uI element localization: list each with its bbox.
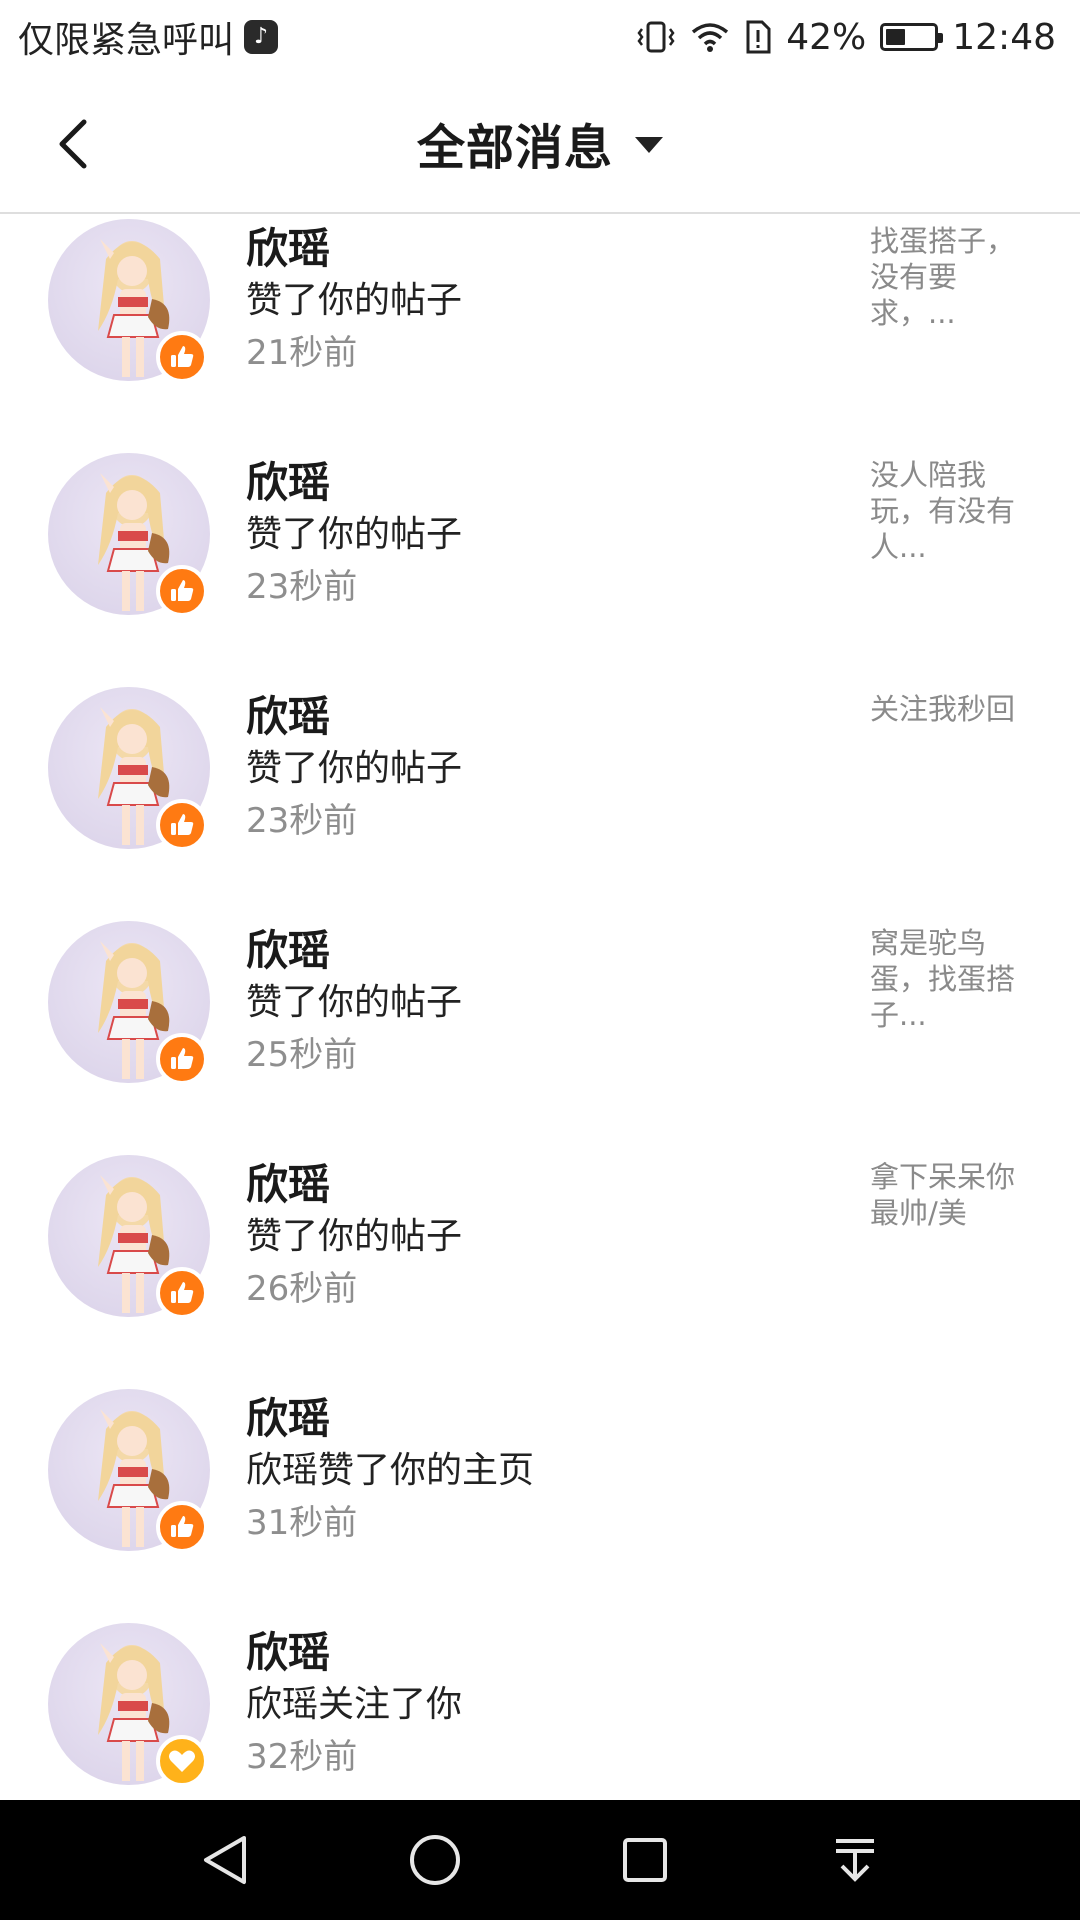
thumb-up-icon [156,565,208,617]
vibrate-icon [636,20,676,54]
messages-screen: 仅限紧急呼叫 ♪ 42% 12:48 全部消息 欣瑶 赞了你的帖子 21秒前 找… [0,0,1080,1920]
action-text: 赞了你的帖子 [246,748,463,789]
message-row[interactable]: 欣瑶 欣瑶赞了你的主页 31秒前 [0,1385,1080,1619]
battery-icon [880,23,944,51]
message-row[interactable]: 欣瑶 欣瑶关注了你 32秒前 [0,1619,1080,1800]
nav-notification-button[interactable] [810,1815,900,1905]
action-text: 赞了你的帖子 [246,514,463,555]
post-snippet[interactable]: 没人陪我玩，有没有人... [870,457,1030,565]
wifi-icon [690,20,730,54]
clock: 12:48 [952,16,1056,58]
sender-name[interactable]: 欣瑶 [246,215,330,276]
system-nav-bar [0,1800,1080,1920]
message-row[interactable]: 欣瑶 赞了你的帖子 25秒前 窝是驼鸟蛋，找蛋搭子... [0,917,1080,1151]
post-snippet[interactable]: 窝是驼鸟蛋，找蛋搭子... [870,925,1030,1033]
action-text: 欣瑶赞了你的主页 [246,1450,535,1491]
status-left: 仅限紧急呼叫 ♪ [18,11,279,63]
status-bar: 仅限紧急呼叫 ♪ 42% 12:48 [0,0,1080,74]
sender-name[interactable]: 欣瑶 [246,449,330,510]
app-header: 全部消息 [0,74,1080,214]
home-circle-icon [410,1835,460,1885]
heart-icon [156,1735,208,1787]
caret-down-icon [635,137,663,153]
action-text: 欣瑶关注了你 [246,1684,463,1725]
action-text: 赞了你的帖子 [246,982,463,1023]
back-button[interactable] [40,110,108,178]
timestamp: 21秒前 [246,333,358,373]
sender-name[interactable]: 欣瑶 [246,1619,330,1680]
post-snippet[interactable]: 找蛋搭子，没有要求，... [870,223,1030,331]
thumb-up-icon [156,1501,208,1553]
thumb-up-icon [156,1033,208,1085]
message-filter-dropdown[interactable]: 全部消息 [417,108,663,178]
sender-name[interactable]: 欣瑶 [246,1385,330,1446]
notification-pull-icon [836,1839,874,1882]
recents-square-icon [623,1838,667,1882]
chevron-left-icon [59,119,87,169]
message-list: 欣瑶 赞了你的帖子 21秒前 找蛋搭子，没有要求，... 欣瑶 赞了你的帖子 2… [0,215,1080,1800]
timestamp: 26秒前 [246,1269,358,1309]
message-row[interactable]: 欣瑶 赞了你的帖子 23秒前 关注我秒回 [0,683,1080,917]
nav-back-button[interactable] [180,1815,270,1905]
timestamp: 23秒前 [246,567,358,607]
page-title: 全部消息 [416,120,613,176]
sim-alert-icon [744,19,772,55]
battery-percent: 42% [786,16,867,58]
sender-name[interactable]: 欣瑶 [246,1151,330,1212]
timestamp: 32秒前 [246,1737,358,1777]
back-triangle-icon [204,1836,246,1884]
battery-fill [886,29,906,45]
message-row[interactable]: 欣瑶 赞了你的帖子 21秒前 找蛋搭子，没有要求，... [0,215,1080,449]
action-text: 赞了你的帖子 [246,1216,463,1257]
nav-recents-button[interactable] [600,1815,690,1905]
thumb-up-icon [156,799,208,851]
tiktok-icon: ♪ [244,20,279,54]
timestamp: 23秒前 [246,801,358,841]
action-text: 赞了你的帖子 [246,280,463,321]
status-right: 42% 12:48 [636,17,1056,58]
nav-home-button[interactable] [390,1815,480,1905]
message-row[interactable]: 欣瑶 赞了你的帖子 26秒前 拿下呆呆你最帅/美 [0,1151,1080,1385]
sender-name[interactable]: 欣瑶 [246,683,330,744]
post-snippet[interactable]: 拿下呆呆你最帅/美 [870,1159,1030,1231]
thumb-up-icon [156,1267,208,1319]
carrier-text: 仅限紧急呼叫 [18,20,235,61]
timestamp: 31秒前 [246,1503,358,1543]
thumb-up-icon [156,331,208,383]
timestamp: 25秒前 [246,1035,358,1075]
message-row[interactable]: 欣瑶 赞了你的帖子 23秒前 没人陪我玩，有没有人... [0,449,1080,683]
post-snippet[interactable]: 关注我秒回 [870,691,1030,727]
sender-name[interactable]: 欣瑶 [246,917,330,978]
